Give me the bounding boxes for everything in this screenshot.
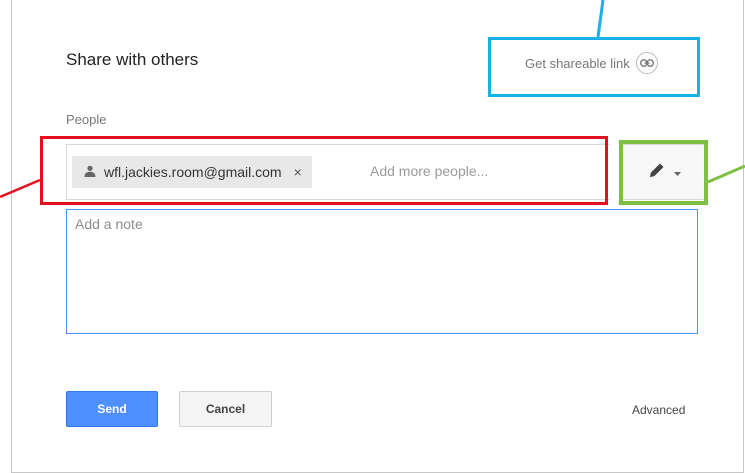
annotation-line-green	[707, 164, 745, 184]
annotation-line-red	[0, 178, 41, 199]
annotation-line-blue	[596, 0, 605, 38]
annotation-lines	[0, 0, 745, 199]
